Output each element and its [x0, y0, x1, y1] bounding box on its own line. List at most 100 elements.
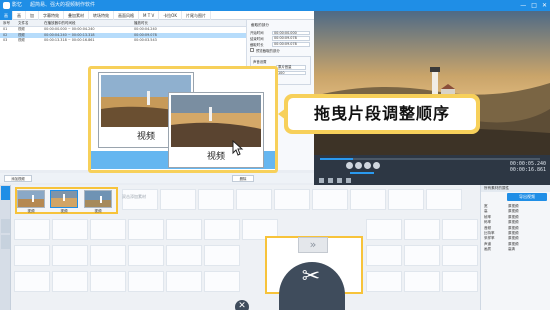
menu-item-video[interactable]: 画 [0, 10, 13, 20]
menu-item-overlay[interactable]: 叠加素材 [64, 10, 89, 20]
timeline-slot[interactable] [166, 245, 202, 266]
timeline-slot[interactable] [128, 219, 164, 240]
timeline-slot[interactable] [90, 219, 126, 240]
row-duration: 00:00:03.543 [134, 38, 157, 42]
minimize-button[interactable]: — [520, 0, 526, 11]
timeline-slot[interactable] [404, 219, 440, 240]
next-frame-button[interactable] [373, 162, 380, 169]
start-time-input[interactable]: 00:00:00.000 [272, 30, 310, 36]
menu-item-audio[interactable]: 画 [13, 10, 26, 20]
clip-list-header: 序号 文件名 在播放器中的时间段 播放时长 [0, 20, 246, 27]
timeline-clip-thumbnail[interactable] [50, 190, 78, 208]
row-no: 03 [3, 38, 8, 42]
timeline-slot[interactable] [366, 271, 402, 292]
snapshot-icon[interactable] [319, 178, 324, 183]
app-name: 影忆 [12, 2, 23, 8]
stop-button[interactable] [355, 162, 362, 169]
clip-card-dragged-thumbnail [171, 95, 261, 147]
timeline-slot[interactable] [128, 245, 164, 266]
timeline-slot[interactable] [166, 271, 202, 292]
export-video-button[interactable]: 导出视频 [507, 193, 547, 201]
timeline-slot[interactable] [14, 271, 50, 292]
close-x-icon[interactable]: ✕ [235, 300, 249, 310]
timeline-slot[interactable] [366, 245, 402, 266]
row-range: 00:00:13.318 ~ 00:00:16.861 [44, 38, 95, 42]
close-button[interactable]: ✕ [542, 0, 547, 11]
tab-subtitle-track[interactable] [1, 219, 10, 233]
timeline-slot[interactable] [442, 271, 478, 292]
timeline-slot[interactable] [90, 271, 126, 292]
col-header-no[interactable]: 序号 [0, 20, 18, 26]
timeline-slot[interactable] [442, 219, 478, 240]
timeline-slot[interactable] [128, 271, 164, 292]
tab-video-track[interactable] [1, 186, 10, 200]
timeline-slot[interactable] [404, 271, 440, 292]
timeline-slot[interactable] [204, 245, 240, 266]
timeline-slot[interactable] [52, 245, 88, 266]
scissors-icon[interactable]: ✂ [296, 262, 326, 292]
end-time-label: 结束时间 [250, 37, 264, 42]
start-time-label: 开始时间 [250, 31, 264, 36]
add-video-button[interactable]: 添加视频 [4, 175, 32, 182]
timeline-add-hint: 双击添加素材 [122, 194, 146, 199]
timeline-slot[interactable] [166, 219, 202, 240]
prev-frame-button[interactable] [364, 162, 371, 169]
clip-card-dragged-label: 视频 [206, 152, 225, 162]
menu-item-style[interactable]: 画面风格 [114, 10, 139, 20]
timeline-clip-thumbnail[interactable] [17, 190, 45, 208]
timeline-slot[interactable] [14, 245, 50, 266]
timeline-slot[interactable] [198, 189, 234, 210]
tab-audio-track[interactable] [1, 235, 10, 249]
menu-item-subtitle-effects[interactable]: 字幕特效 [39, 10, 64, 20]
seek-progress [320, 158, 353, 160]
timeline-slot[interactable] [14, 219, 50, 240]
table-row[interactable]: 03 视频 00:00:13.318 ~ 00:00:16.861 00:00:… [0, 38, 246, 44]
timeline-slot[interactable] [312, 189, 348, 210]
app-window: 影忆 超简易、强大的视频制作软件 — □ ✕ 画 画 加 字幕特效 叠加素材 转… [0, 0, 550, 310]
preview-checkbox-row[interactable]: 预览截取的部分 [247, 47, 314, 53]
forward-chevron-icon[interactable]: » [298, 237, 328, 253]
timeline-slot[interactable] [204, 219, 240, 240]
volume-input[interactable]: 100 [276, 70, 306, 76]
col-header-range[interactable]: 在播放器中的时间段 [44, 20, 134, 26]
info-key: 画质 [484, 247, 491, 252]
timeline-slot[interactable] [442, 245, 478, 266]
fullscreen-icon[interactable] [337, 178, 342, 183]
timeline-clip-thumbnail[interactable] [84, 190, 112, 208]
duration-input[interactable]: 00:00:09.078 [272, 42, 310, 47]
timeline-slot[interactable] [52, 219, 88, 240]
timeline-slot[interactable] [274, 189, 310, 210]
col-header-name[interactable]: 文件名 [18, 20, 44, 26]
menu-item-mtv[interactable]: M T V [139, 10, 160, 20]
col-header-duration[interactable]: 播放时长 [134, 20, 194, 26]
menu-item-add[interactable]: 加 [26, 10, 39, 20]
menu-item-karaoke[interactable]: 卡拉OK [159, 10, 182, 20]
timeline-slot[interactable] [204, 271, 240, 292]
settings-icon[interactable] [346, 178, 351, 183]
volume-slider[interactable] [350, 172, 374, 174]
app-slogan: 超简易、强大的视频制作软件 [30, 2, 96, 8]
timeline-slot[interactable] [426, 189, 462, 210]
properties-title: 截取的部分 [251, 23, 269, 27]
seek-bar[interactable] [320, 158, 540, 160]
timeline-slot[interactable] [366, 219, 402, 240]
timeline-slot[interactable] [90, 245, 126, 266]
timeline-slot[interactable] [52, 271, 88, 292]
preview-checkbox[interactable] [250, 48, 254, 53]
volume-mode-select[interactable]: 原片音量 [276, 64, 306, 70]
timeline-slot[interactable] [236, 189, 272, 210]
timeline-slot[interactable] [350, 189, 386, 210]
end-time-input[interactable]: 00:00:09.078 [272, 36, 310, 41]
clip-card-dragged[interactable]: 视频 [168, 92, 264, 168]
menu-item-transitions[interactable]: 转场特效 [89, 10, 114, 20]
timeline-slot[interactable] [388, 189, 424, 210]
remove-button[interactable]: 删除 [232, 175, 254, 182]
play-button[interactable] [346, 162, 353, 169]
timeline-slot[interactable] [404, 245, 440, 266]
menu-item-credits[interactable]: 片尾与图片 [182, 10, 211, 20]
player-controls: 00:00:05.240 00:00:16.861 [314, 155, 550, 185]
folder-icon[interactable] [328, 178, 333, 183]
row-name: 视频 [18, 38, 25, 42]
maximize-button[interactable]: □ [531, 0, 537, 11]
timeline-slot[interactable] [160, 189, 196, 210]
